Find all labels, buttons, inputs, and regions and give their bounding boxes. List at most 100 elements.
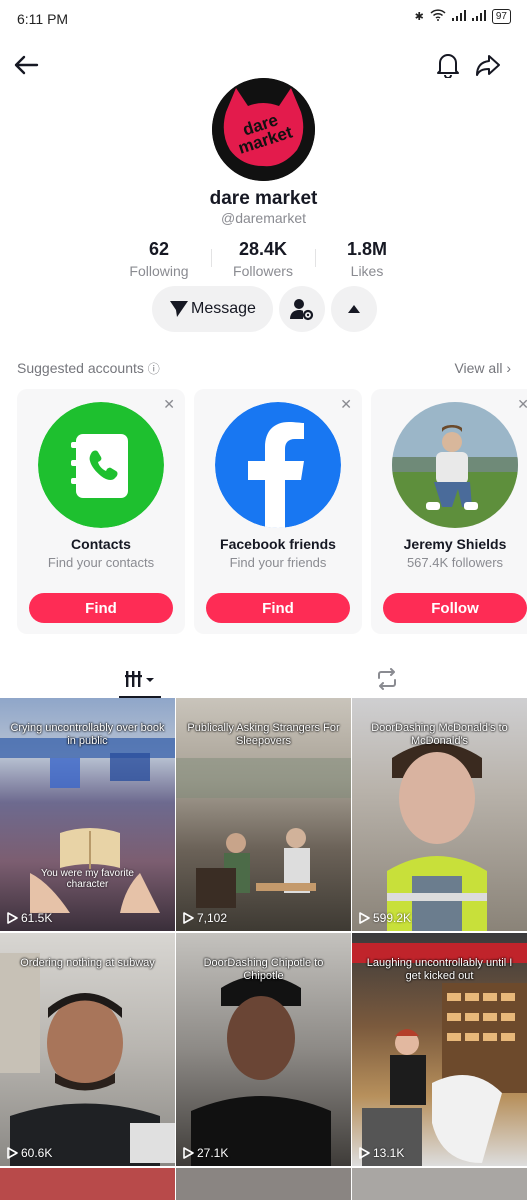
arrow-left-icon [14,55,39,75]
video-tile[interactable]: Publically Asking Strangers For Sleepove… [176,698,351,931]
profile-handle: @daremarket [220,210,307,226]
video-caption: Ordering nothing at subway [20,957,155,969]
play-icon [7,912,18,924]
stat-label: Likes [350,263,384,279]
view-count: 599.2K [358,911,411,925]
suggested-cards: ✕ Contacts Find your contacts Find ✕ Fac… [17,389,527,634]
suggested-title-wrap: Suggested accounts ⓘ [17,360,160,377]
info-icon[interactable]: ⓘ [148,362,160,376]
suggested-card-facebook[interactable]: ✕ Facebook friends Find your friends Fin… [194,389,362,634]
share-icon [476,55,500,76]
share-button[interactable] [472,49,504,81]
status-bar: 6:11 PM ✱ 97 [0,0,527,38]
message-button[interactable]: Message [152,286,273,332]
status-time: 6:11 PM [17,11,69,27]
signal-icon-2 [471,9,486,24]
bell-icon [437,54,459,78]
card-subtitle: Find your friends [229,555,327,570]
stat-value: 28.4K [238,239,288,259]
close-icon[interactable]: ✕ [163,396,175,413]
tab-reposts[interactable] [255,660,518,698]
find-contacts-button[interactable]: Find [29,593,173,623]
bluetooth-icon: ✱ [414,11,424,23]
view-all-link[interactable]: View all › [454,360,511,377]
video-caption: DoorDashing Chipotle to Chipotle [203,957,324,982]
user-avatar [392,402,518,528]
stat-label: Following [129,263,189,279]
notification-button[interactable] [432,49,464,81]
stat-value: 1.8M [346,239,388,259]
profile-avatar[interactable]: dare market [212,78,315,181]
view-count-value: 61.5K [21,911,53,925]
video-tile[interactable]: DoorDashing Chipotle to Chipotle 27.1K [176,933,351,1166]
video-tile[interactable]: Ordering nothing at subway 60.6K [0,933,175,1166]
suggested-card-user[interactable]: ✕ Jeremy Shields 567.4K followers Follow [371,389,527,634]
card-subtitle: Find your contacts [47,555,155,570]
find-facebook-friends-button[interactable]: Find [206,593,350,623]
stat-likes[interactable]: 1.8M Likes [315,239,419,279]
follow-settings-button[interactable] [279,286,325,332]
signal-icon [451,9,466,24]
view-count: 13.1K [358,1146,404,1160]
view-count-value: 599.2K [373,911,412,925]
video-tile[interactable] [176,1168,351,1200]
view-count: 60.6K [6,1146,52,1160]
video-grid-icon [124,671,154,687]
video-tile[interactable]: DoorDashing McDonald's to McDonald's 599… [352,698,527,931]
stat-following[interactable]: 62 Following [107,239,211,279]
play-icon [7,1147,18,1159]
suggestions-toggle-button[interactable] [331,286,377,332]
video-tile[interactable] [0,1168,175,1200]
follow-button[interactable]: Follow [383,593,527,623]
view-count-value: 60.6K [21,1146,53,1160]
close-icon[interactable]: ✕ [517,396,527,413]
stat-followers[interactable]: 28.4K Followers [211,239,315,279]
video-grid: Crying uncontrollably over book in publi… [0,698,527,1200]
card-subtitle: 567.4K followers [406,555,504,570]
close-icon[interactable]: ✕ [340,396,352,413]
view-count: 7,102 [182,911,227,925]
profile-actions: Message [152,286,377,332]
view-count-value: 27.1K [197,1146,229,1160]
view-count: 27.1K [182,1146,228,1160]
video-caption: DoorDashing McDonald's to McDonald's [371,722,508,747]
video-overlay-text: You were my favorite character [40,868,134,890]
video-tile[interactable]: Crying uncontrollably over book in publi… [0,698,175,931]
video-caption: Laughing uncontrollably until I get kick… [366,957,513,982]
stat-label: Followers [233,263,293,279]
send-icon [170,301,189,317]
chevron-right-icon: › [506,360,511,376]
video-tile[interactable]: Laughing uncontrollably until I get kick… [352,933,527,1166]
facebook-icon [215,402,341,528]
play-icon [359,1147,370,1159]
play-icon [183,912,194,924]
status-icons: ✱ 97 [415,9,511,24]
suggested-title: Suggested accounts [17,360,144,376]
profile-stats: 62 Following 28.4K Followers 1.8M Likes [107,239,420,279]
profile-tabs [0,660,527,698]
battery-icon: 97 [491,9,511,24]
tab-videos[interactable] [8,660,271,698]
stat-value: 62 [148,239,170,259]
play-icon [183,1147,194,1159]
suggested-card-contacts[interactable]: ✕ Contacts Find your contacts Find [17,389,185,634]
wifi-icon [430,9,446,24]
video-tile[interactable] [352,1168,527,1200]
repost-icon [377,668,396,690]
contacts-icon [38,402,164,528]
view-count-value: 7,102 [197,911,228,925]
view-count: 61.5K [6,911,52,925]
suggested-header: Suggested accounts ⓘ View all › [17,360,511,377]
card-title: Contacts [71,536,131,552]
message-label: Message [191,300,256,317]
caret-up-icon [348,305,360,313]
video-caption: Crying uncontrollably over book in publi… [10,722,165,747]
profile-name: dare market [209,188,318,209]
video-caption: Publically Asking Strangers For Sleepove… [187,722,340,747]
view-all-label: View all [454,360,503,376]
card-title: Jeremy Shields [403,536,507,552]
user-settings-icon [290,299,314,321]
view-count-value: 13.1K [373,1146,405,1160]
back-button[interactable] [10,49,42,81]
card-title: Facebook friends [220,536,336,552]
